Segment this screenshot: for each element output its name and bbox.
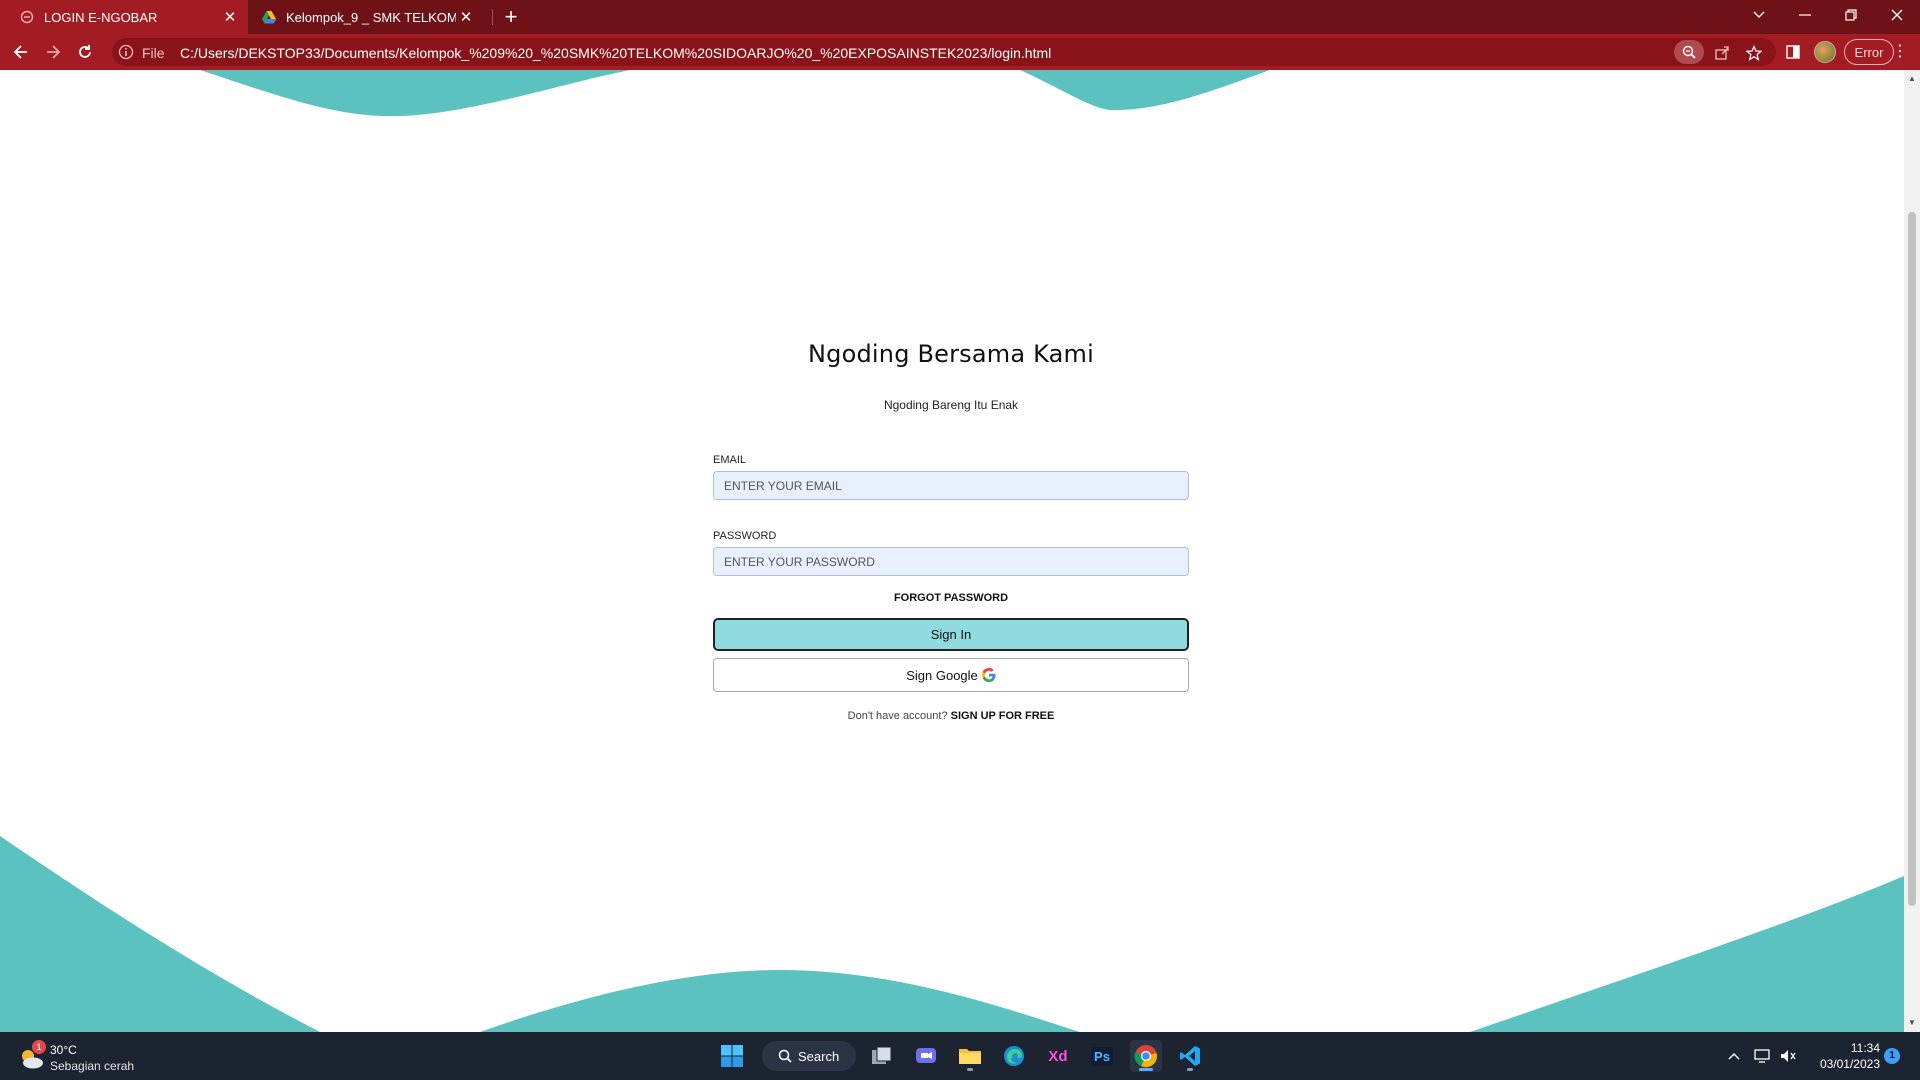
address-bar[interactable]: File C:/Users/DEKSTOP33/Documents/Kelomp…: [112, 38, 1776, 66]
sign-in-google-button[interactable]: Sign Google: [713, 658, 1189, 692]
photoshop-icon: Ps: [1091, 1046, 1113, 1066]
file-explorer-button[interactable]: [954, 1040, 986, 1072]
adobe-xd-icon: Xd: [1048, 1047, 1068, 1065]
signup-prompt: Don't have account? SIGN UP FOR FREE: [713, 710, 1189, 722]
tab-divider: [492, 9, 493, 25]
new-tab-button[interactable]: +: [498, 4, 524, 30]
edge-icon: [1004, 1046, 1024, 1066]
blocked-page-icon: [20, 10, 34, 24]
taskbar-search[interactable]: Search: [762, 1041, 856, 1071]
menu-kebab-icon[interactable]: ⋮: [1892, 42, 1908, 62]
url-text[interactable]: C:/Users/DEKSTOP33/Documents/Kelompok_%2…: [180, 45, 1051, 61]
tab-title: Kelompok_9 _ SMK TELKOM SIDOARJO: [286, 9, 456, 25]
password-label: PASSWORD: [713, 530, 777, 542]
back-button[interactable]: [8, 39, 34, 65]
google-logo-icon: [981, 668, 996, 682]
google-button-label: Sign Google: [906, 667, 978, 683]
system-clock[interactable]: 11:34 03/01/2023: [1800, 1040, 1880, 1072]
photoshop-button[interactable]: Ps: [1086, 1040, 1118, 1072]
google-drive-icon: [262, 10, 276, 24]
notification-badge[interactable]: 1: [1884, 1048, 1900, 1064]
close-icon[interactable]: ✕: [456, 8, 476, 26]
scroll-down-icon[interactable]: ▼: [1907, 1018, 1917, 1028]
weather-widget[interactable]: 1 30°C Sebagian cerah: [18, 1040, 168, 1074]
side-panel-icon[interactable]: [1782, 41, 1804, 63]
email-input[interactable]: [713, 471, 1189, 500]
search-label: Search: [798, 1048, 840, 1064]
clock-date: 03/01/2023: [1819, 1057, 1880, 1071]
password-input[interactable]: [713, 547, 1189, 576]
tab-title: LOGIN E-NGOBAR: [44, 9, 158, 25]
chevron-up-icon[interactable]: [1724, 1046, 1744, 1066]
zoom-indicator[interactable]: [1674, 40, 1704, 64]
tab-login[interactable]: LOGIN E-NGOBAR ✕: [0, 0, 248, 34]
edge-button[interactable]: [998, 1040, 1030, 1072]
scroll-thumb[interactable]: [1908, 212, 1916, 906]
error-button[interactable]: Error: [1844, 39, 1894, 65]
windows-logo-icon: [721, 1045, 743, 1067]
forward-arrow-icon: [47, 45, 61, 59]
chat-icon: [916, 1048, 936, 1063]
restore-button[interactable]: [1828, 0, 1874, 30]
login-form: Ngoding Bersama Kami Ngoding Bareng Itu …: [713, 340, 1189, 722]
scroll-up-icon[interactable]: ▲: [1907, 74, 1917, 84]
weather-temperature: 30°C: [50, 1043, 77, 1057]
page-scrollbar[interactable]: ▲ ▼: [1904, 70, 1920, 1032]
scheme-label: File: [142, 45, 165, 61]
weather-badge: 1: [32, 1040, 46, 1054]
forgot-password-link[interactable]: FORGOT PASSWORD: [713, 592, 1189, 604]
info-icon[interactable]: [118, 44, 134, 60]
profile-avatar[interactable]: [1814, 41, 1836, 63]
search-icon: [778, 1049, 792, 1063]
vscode-icon: [1180, 1046, 1200, 1066]
bottom-wave: [0, 836, 1904, 1032]
running-indicator: [1187, 1068, 1193, 1071]
forward-button[interactable]: [40, 39, 66, 65]
minimize-button[interactable]: [1782, 0, 1828, 30]
back-arrow-icon: [13, 45, 27, 59]
network-icon[interactable]: [1752, 1046, 1772, 1066]
share-icon[interactable]: [1710, 44, 1734, 62]
teams-chat-button[interactable]: [910, 1040, 942, 1072]
volume-icon[interactable]: [1778, 1046, 1798, 1066]
signup-prompt-text: Don't have account?: [847, 710, 948, 722]
top-wave: [200, 70, 1270, 117]
bookmark-star-icon[interactable]: [1742, 44, 1766, 62]
sign-in-button[interactable]: Sign In: [713, 618, 1189, 651]
page-subtitle: Ngoding Bareng Itu Enak: [883, 398, 1019, 412]
clock-time: 11:34: [1850, 1041, 1880, 1055]
close-icon[interactable]: ✕: [220, 8, 240, 26]
reload-icon: [79, 45, 91, 58]
chrome-button[interactable]: [1130, 1040, 1162, 1072]
browser-tab-strip: LOGIN E-NGOBAR ✕ Kelompok_9 _ SMK TELKOM…: [0, 0, 1920, 34]
zoom-icon: [1682, 45, 1696, 59]
folder-icon: [959, 1049, 981, 1064]
signup-link[interactable]: SIGN UP FOR FREE: [951, 710, 1055, 722]
windows-taskbar: 1 30°C Sebagian cerah Search Xd Ps 11:34…: [0, 1032, 1920, 1080]
adobe-xd-button[interactable]: Xd: [1042, 1040, 1074, 1072]
active-indicator: [1139, 1068, 1153, 1071]
reload-button[interactable]: [72, 39, 98, 65]
page-title: Ngoding Bersama Kami: [808, 340, 1094, 368]
browser-toolbar: File C:/Users/DEKSTOP33/Documents/Kelomp…: [0, 34, 1920, 70]
page-viewport: Ngoding Bersama Kami Ngoding Bareng Itu …: [0, 70, 1904, 1032]
task-view-button[interactable]: [866, 1040, 898, 1072]
weather-description: Sebagian cerah: [50, 1059, 135, 1073]
running-indicator: [967, 1068, 973, 1071]
email-label: EMAIL: [713, 454, 747, 466]
start-button[interactable]: [716, 1040, 748, 1072]
task-view-icon: [872, 1046, 892, 1064]
vscode-button[interactable]: [1174, 1040, 1206, 1072]
close-window-button[interactable]: [1874, 0, 1920, 30]
tab-drive-document[interactable]: Kelompok_9 _ SMK TELKOM SIDOARJO ✕: [252, 0, 484, 34]
tab-search-chevron-icon[interactable]: [1736, 0, 1782, 30]
chrome-icon: [1134, 1045, 1157, 1068]
